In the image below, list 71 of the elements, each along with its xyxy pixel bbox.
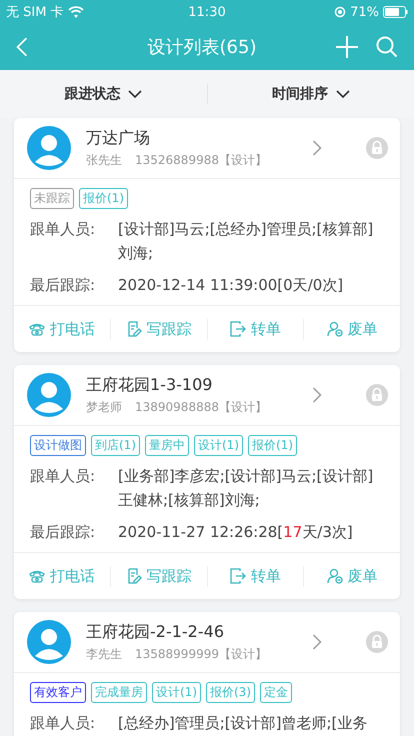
customer-card[interactable]: 万达广场 张先生 13526889988【设计】 未跟踪 报价(1) 跟单人员: [设计部]马云;[总经办]管理员;[核算部]刘海; 最后跟踪: 2020-12-14 11:39:00[0天/0次] 打电话 写跟踪 转单 废单 bbox=[14, 118, 400, 352]
battery-icon bbox=[383, 6, 408, 18]
avatar-icon bbox=[27, 373, 71, 417]
phone-icon bbox=[28, 321, 45, 337]
action-button[interactable]: 废单 bbox=[303, 318, 400, 340]
field-label: 跟单人员: bbox=[30, 713, 96, 734]
action-button[interactable]: 写跟踪 bbox=[110, 566, 206, 586]
user-remove-icon bbox=[326, 568, 343, 584]
lock-icon[interactable] bbox=[366, 384, 388, 406]
transfer-icon bbox=[230, 568, 246, 584]
filter-dropdown[interactable]: 跟进状态 bbox=[0, 84, 206, 104]
phone-number: 13526889988【设计】 bbox=[135, 152, 267, 168]
status-tag: 报价(1) bbox=[248, 435, 297, 456]
edit-icon bbox=[126, 321, 142, 337]
phone-number: 13588999999【设计】 bbox=[135, 646, 267, 662]
action-button[interactable]: 废单 bbox=[303, 566, 400, 586]
transfer-icon bbox=[230, 321, 246, 337]
customer-card[interactable]: 王府花园1-3-109 梦老师 13890988888【设计】 设计做图 到店(1) 量房中 设计(1) 报价(1) 跟单人员: [业务部]李彦宏;[设计部]马云;[设计部]王健林;[核算部]刘海; 最后跟踪: 2020-11-27 12:26:28[17天/3次] 打电话 写跟踪 转单 废单 bbox=[14, 365, 400, 599]
status-tag: 设计做图 bbox=[30, 435, 86, 456]
lock-icon[interactable] bbox=[366, 137, 388, 159]
phone-number: 13890988888【设计】 bbox=[135, 398, 267, 416]
chevron-right-icon bbox=[312, 140, 322, 156]
action-button[interactable]: 转单 bbox=[206, 566, 304, 586]
field-label: 跟单人员: bbox=[30, 219, 96, 240]
chevron-right-icon bbox=[312, 634, 322, 650]
status-tag: 定金 bbox=[260, 682, 292, 703]
last-track-value: 2020-11-27 12:26:28[17天/3次] bbox=[118, 522, 354, 543]
carrier-text: 无 SIM 卡 bbox=[6, 4, 64, 21]
field-label: 跟单人员: bbox=[30, 466, 96, 487]
action-button[interactable]: 打电话 bbox=[14, 566, 110, 586]
status-tag: 设计(1) bbox=[194, 435, 243, 456]
field-label: 最后跟踪: bbox=[30, 275, 96, 296]
phone-icon bbox=[28, 568, 45, 584]
status-tag: 完成量房 bbox=[91, 682, 147, 703]
contact-name: 李先生 bbox=[86, 646, 122, 662]
clock-text: 11:30 bbox=[188, 4, 226, 20]
rotation-lock-icon bbox=[334, 6, 346, 18]
status-tag: 设计(1) bbox=[152, 682, 201, 703]
wifi-icon bbox=[68, 6, 84, 18]
action-button[interactable]: 打电话 bbox=[14, 318, 110, 340]
contact-name: 张先生 bbox=[86, 152, 122, 168]
battery-text: 71% bbox=[350, 4, 379, 20]
edit-icon bbox=[126, 568, 142, 584]
staff-value: [设计部]马云;[总经办]管理员;[核算部]刘海; bbox=[118, 219, 374, 264]
status-tag: 有效客户 bbox=[30, 682, 86, 703]
status-tag: 未跟踪 bbox=[30, 188, 74, 209]
customer-card[interactable]: 王府花园-2-1-2-46 李先生 13588999999【设计】 有效客户 完成量房 设计(1) 报价(3) 定金 跟单人员: [总经办]管理员;[设计部]曾老师;[业务 bbox=[14, 612, 400, 736]
back-icon bbox=[16, 37, 28, 57]
filter-dropdown[interactable]: 时间排序 bbox=[206, 84, 414, 104]
avatar-icon bbox=[27, 620, 71, 664]
avatar-icon bbox=[27, 126, 71, 170]
dropdown-icon bbox=[336, 90, 350, 98]
action-button[interactable]: 转单 bbox=[206, 318, 304, 340]
last-track-value: 2020-12-14 11:39:00[0天/0次] bbox=[118, 275, 344, 296]
staff-value: [总经办]管理员;[设计部]曾老师;[业务 bbox=[118, 713, 368, 734]
status-tag: 到店(1) bbox=[91, 435, 140, 456]
dropdown-icon bbox=[128, 90, 142, 98]
customer-name: 王府花园-2-1-2-46 bbox=[86, 622, 225, 642]
contact-name: 梦老师 bbox=[86, 398, 122, 416]
status-tag: 量房中 bbox=[145, 435, 189, 456]
lock-icon[interactable] bbox=[366, 631, 388, 653]
status-tag: 报价(1) bbox=[79, 188, 128, 209]
action-button[interactable]: 写跟踪 bbox=[110, 318, 206, 340]
user-remove-icon bbox=[326, 321, 343, 337]
chevron-right-icon bbox=[312, 387, 322, 403]
customer-name: 万达广场 bbox=[86, 128, 151, 148]
customer-name: 王府花园1-3-109 bbox=[86, 374, 214, 396]
field-label: 最后跟踪: bbox=[30, 522, 96, 543]
status-tag: 报价(3) bbox=[206, 682, 255, 703]
staff-value: [业务部]李彦宏;[设计部]马云;[设计部]王健林;[核算部]刘海; bbox=[118, 466, 374, 511]
page-title: 设计列表(65) bbox=[146, 36, 258, 59]
